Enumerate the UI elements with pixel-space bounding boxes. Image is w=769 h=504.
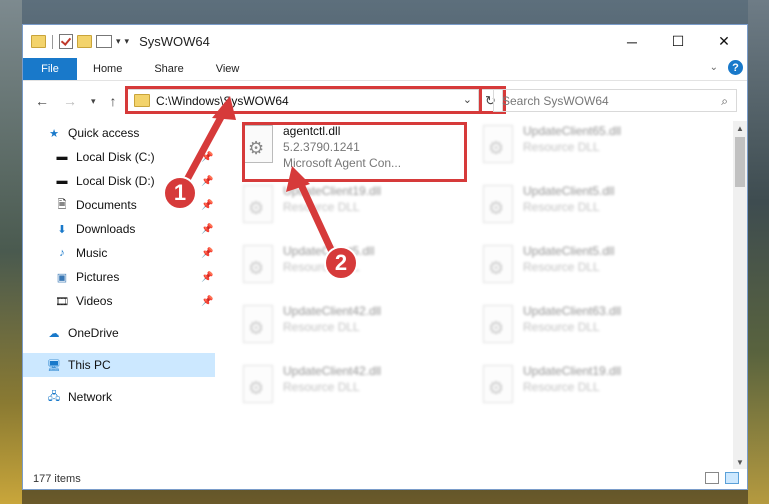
- step-callout-2: 2: [324, 246, 358, 280]
- arrow-line-1: [179, 104, 230, 191]
- step-callout-1: 1: [163, 176, 197, 210]
- arrowhead-1: [212, 96, 236, 120]
- annotation-arrows: [179, 96, 338, 260]
- arrow-line-2: [294, 174, 338, 260]
